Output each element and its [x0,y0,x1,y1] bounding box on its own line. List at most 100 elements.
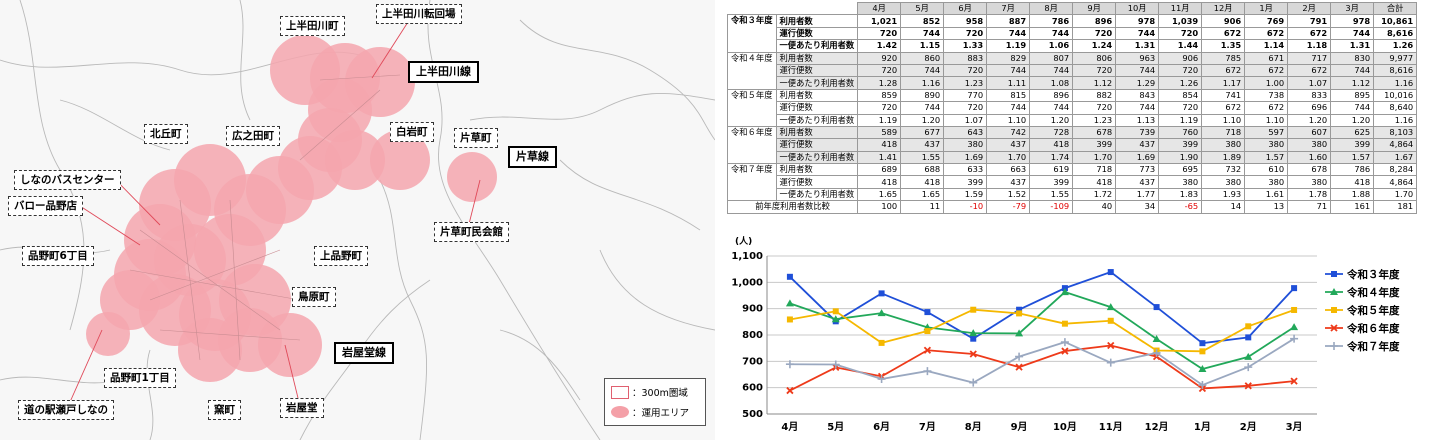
table-cell: 744 [986,101,1031,115]
table-cell: 1.33 [943,39,988,53]
table-cell: 906 [1158,51,1203,65]
legend-label: 令和５年度 [1346,304,1400,317]
month-header: 4月 [857,1,902,16]
table-cell: 633 [943,163,988,177]
table-cell: 437 [1115,175,1160,189]
table-cell: 1.07 [1287,76,1332,90]
data-point [785,299,794,307]
table-cell: 672 [1244,63,1289,78]
table-cell: 978 [1115,14,1160,28]
table-cell: 1.28 [857,76,902,90]
total-cell: 8,616 [1373,26,1418,41]
data-point [924,328,931,335]
place-valor: バロー品野店 [8,196,83,216]
table-cell: 720 [857,101,902,115]
table-cell: 1.61 [1244,187,1289,202]
x-tick-label: 1月 [1194,421,1211,433]
total-cell: 1.26 [1373,39,1418,53]
x-tick-label: 4月 [781,421,798,433]
data-point [786,273,793,280]
data-point [878,339,885,346]
table-cell: 1.17 [1201,76,1246,90]
table-cell: 418 [1330,175,1375,189]
table-cell: 1.57 [1244,150,1289,165]
total-cell: 4,864 [1373,138,1418,152]
table-cell: 720 [943,63,988,78]
total-cell: 1.67 [1373,150,1418,165]
metric-label: 一便あたり利用者数 [775,150,859,165]
table-cell: 1.52 [986,187,1031,202]
metric-label: 運行便数 [775,26,859,41]
metric-label: 利用者数 [775,88,859,103]
table-cell: 672 [1201,63,1246,78]
table-cell: 1.31 [1115,39,1160,53]
table-cell: 770 [943,88,988,103]
table-cell: 1.07 [943,113,988,127]
table-cell: 1.31 [1330,39,1375,53]
table-cell: 1.06 [1029,39,1074,53]
table-cell: 720 [857,63,902,78]
table-cell: 720 [1072,63,1117,78]
table-cell: 1.18 [1287,39,1332,53]
table-cell: 1.83 [1158,187,1203,202]
table-header-row: 4月 5月 6月 7月 8月 9月 10月 11月 12月 1月 2月 3月 合計 [726,1,1418,16]
table-cell: 760 [1158,125,1203,140]
table-cell: 896 [1072,14,1117,28]
table-cell: 720 [1158,101,1203,115]
comparison-cell: 34 [1115,200,1160,214]
x-tick-label: 7月 [919,421,936,433]
comparison-cell: -79 [986,200,1031,214]
table-cell: 671 [1244,51,1289,65]
table-cell: 380 [1158,175,1203,189]
x-tick-label: 6月 [873,421,890,433]
table-cell: 720 [943,101,988,115]
table-cell: 1.65 [900,187,945,202]
table-cell: 1.20 [1330,113,1375,127]
data-point [1106,358,1115,367]
table-cell: 1.11 [986,76,1031,90]
table-cell: 883 [943,51,988,65]
table-cell: 437 [986,175,1031,189]
data-point [1291,285,1298,292]
table-cell: 738 [1244,88,1289,103]
route-kamihandagawa-line: 上半田川線 [408,61,479,83]
table-cell: 418 [857,138,902,152]
place-kamishinano: 上品野町 [314,246,368,266]
table-cell: 1.14 [1244,39,1289,53]
table-cell: 843 [1115,88,1160,103]
table-cell: 418 [1072,175,1117,189]
total-cell: 10,016 [1373,88,1418,103]
table-cell: 920 [857,51,902,65]
table-cell: 1.88 [1330,187,1375,202]
y-tick-label: 700 [742,356,763,367]
table-cell: 1.69 [943,150,988,165]
table-cell: 1.23 [943,76,988,90]
comparison-cell: 14 [1201,200,1246,214]
y-tick-label: 1,100 [731,251,763,262]
total-cell: 8,103 [1373,125,1418,140]
table-cell: 689 [857,163,902,177]
place-kamihandagawa-turnaround: 上半田川転回場 [376,4,462,24]
metric-label: 利用者数 [775,163,859,177]
metric-label: 運行便数 [775,101,859,115]
table-cell: 672 [1287,63,1332,78]
year-cell: 令和３年度 [727,14,777,53]
table-cell: 619 [1029,163,1074,177]
table-cell: 807 [1029,51,1074,65]
table-cell: 1.69 [1115,150,1160,165]
table-cell: 663 [986,163,1031,177]
legend-area-label: ：運用エリア [632,408,690,419]
table-cell: 1.41 [857,150,902,165]
total-cell: 1.16 [1373,113,1418,127]
x-tick-label: 5月 [827,421,844,433]
table-cell: 380 [943,138,988,152]
table-cell: 1.42 [857,39,902,53]
metric-label: 運行便数 [775,138,859,152]
table-cell: 852 [900,14,945,28]
table-cell: 399 [1029,175,1074,189]
table-cell: 643 [943,125,988,140]
table-cell: 830 [1330,51,1375,65]
table-cell: 1.00 [1244,76,1289,90]
data-point [1290,334,1299,343]
route-iwayado-line: 岩屋堂線 [334,342,394,364]
